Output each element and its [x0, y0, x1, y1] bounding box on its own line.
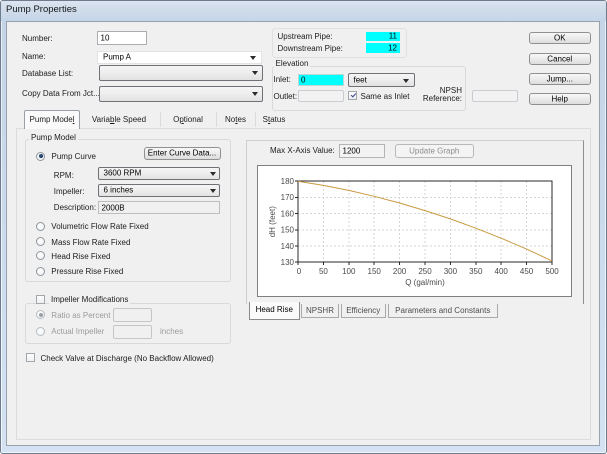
- svg-text:200: 200: [392, 267, 406, 276]
- svg-text:150: 150: [367, 267, 381, 276]
- svg-text:400: 400: [494, 267, 508, 276]
- svg-text:450: 450: [519, 267, 533, 276]
- svg-text:50: 50: [318, 267, 327, 276]
- svg-text:130: 130: [280, 258, 294, 267]
- svg-text:500: 500: [545, 267, 559, 276]
- svg-text:150: 150: [280, 226, 294, 235]
- svg-text:180: 180: [280, 177, 294, 186]
- svg-text:0: 0: [296, 267, 301, 276]
- svg-text:100: 100: [342, 267, 356, 276]
- svg-text:350: 350: [469, 267, 483, 276]
- svg-text:300: 300: [443, 267, 457, 276]
- svg-text:dH (feet): dH (feet): [268, 206, 277, 237]
- svg-text:160: 160: [280, 210, 294, 219]
- svg-text:Q (gal/min): Q (gal/min): [405, 278, 445, 287]
- svg-text:170: 170: [280, 193, 294, 202]
- svg-text:250: 250: [418, 267, 432, 276]
- svg-text:140: 140: [280, 242, 294, 251]
